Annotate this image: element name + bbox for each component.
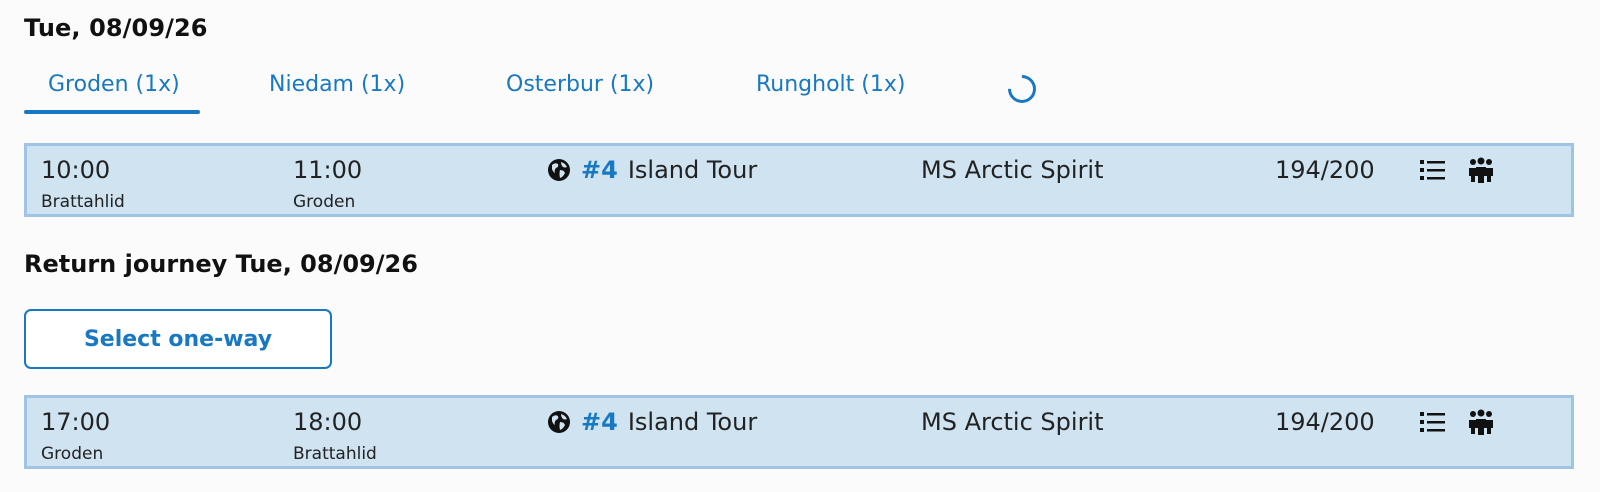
globe-icon (548, 411, 570, 433)
ship-name: MS Arctic Spirit (921, 408, 1104, 436)
departure-time: 10:00 (41, 156, 111, 184)
arrival-place: Brattahlid (293, 444, 377, 464)
arrival-time: 11:00 (293, 156, 363, 184)
route-name: Island Tour (627, 156, 758, 184)
tab-groden[interactable]: Groden (1x) (24, 72, 200, 114)
trip-row-outbound[interactable]: 10:00 Brattahlid 11:00 Groden #4 Island … (24, 143, 1574, 217)
arrival-place: Groden (293, 192, 356, 212)
departure-place: Groden (41, 444, 104, 464)
tab-rungholt[interactable]: Rungholt (1x) (756, 72, 905, 97)
booking-page: Tue, 08/09/26 Groden (1x) Niedam (1x) Os… (24, 0, 1580, 492)
spinner-icon (1002, 69, 1042, 109)
arrival-time: 18:00 (293, 408, 363, 436)
tab-niedam[interactable]: Niedam (1x) (269, 72, 405, 97)
return-date-heading: Return journey Tue, 08/09/26 (24, 250, 418, 278)
route-info: #4 Island Tour (547, 408, 757, 436)
globe-icon (548, 159, 570, 181)
list-icon[interactable] (1419, 158, 1447, 182)
departure-time: 17:00 (41, 408, 111, 436)
route-name: Island Tour (627, 408, 758, 436)
route-number[interactable]: #4 (581, 408, 618, 436)
departure-place: Brattahlid (41, 192, 125, 212)
route-info: #4 Island Tour (547, 156, 757, 184)
capacity: 194/200 (1275, 408, 1375, 436)
ship-name: MS Arctic Spirit (921, 156, 1104, 184)
select-one-way-button[interactable]: Select one-way (24, 309, 332, 369)
destination-tabs: Groden (1x) Niedam (1x) Osterbur (1x) Ru… (24, 62, 1124, 118)
outbound-date-heading: Tue, 08/09/26 (24, 14, 208, 42)
route-number[interactable]: #4 (581, 156, 618, 184)
people-icon[interactable] (1467, 408, 1495, 436)
list-icon[interactable] (1419, 410, 1447, 434)
tab-osterbur[interactable]: Osterbur (1x) (506, 72, 654, 97)
trip-row-return[interactable]: 17:00 Groden 18:00 Brattahlid #4 Island … (24, 395, 1574, 469)
capacity: 194/200 (1275, 156, 1375, 184)
people-icon[interactable] (1467, 156, 1495, 184)
